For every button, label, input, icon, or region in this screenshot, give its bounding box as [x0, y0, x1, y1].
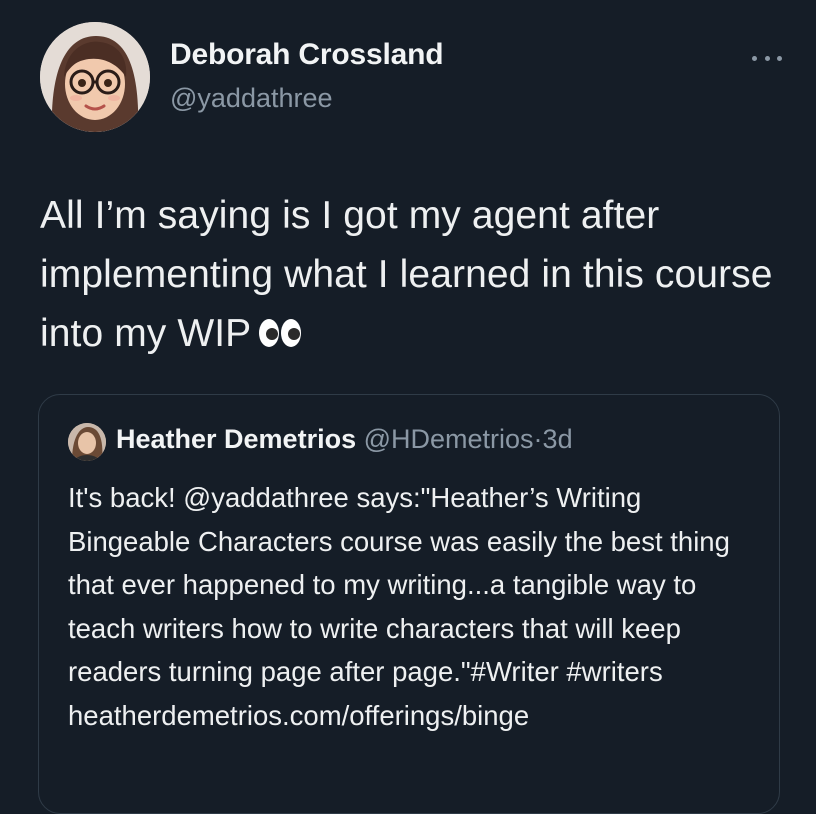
author-handle[interactable]: @yaddathree	[170, 83, 333, 114]
quoted-tweet-time[interactable]: 3d	[543, 424, 573, 454]
ellipsis-icon	[777, 55, 782, 61]
quoted-author-handle[interactable]: @HDemetrios	[364, 424, 534, 454]
ellipsis-icon	[764, 55, 770, 61]
tweet-text: All I’m saying is I got my agent after i…	[40, 186, 780, 365]
eyes-emoji-icon	[257, 306, 303, 365]
tweet-body: All I’m saying is I got my agent after i…	[40, 194, 773, 355]
more-options-button[interactable]	[752, 48, 782, 68]
quoted-tweet-text: It's back! @yaddathree says:"Heather’s W…	[68, 482, 730, 731]
quoted-author-name[interactable]: Heather Demetrios	[116, 424, 356, 454]
author-name[interactable]: Deborah Crossland	[170, 38, 444, 72]
cartoon-avatar-icon	[40, 22, 150, 132]
separator-dot: ·	[533, 424, 543, 454]
photo-avatar-icon	[68, 423, 106, 461]
ellipsis-icon	[752, 55, 757, 61]
quoted-author-avatar[interactable]	[68, 423, 106, 461]
author-avatar[interactable]	[40, 22, 150, 132]
quoted-tweet-header: Heather Demetrios @HDemetrios·3d	[116, 424, 573, 455]
